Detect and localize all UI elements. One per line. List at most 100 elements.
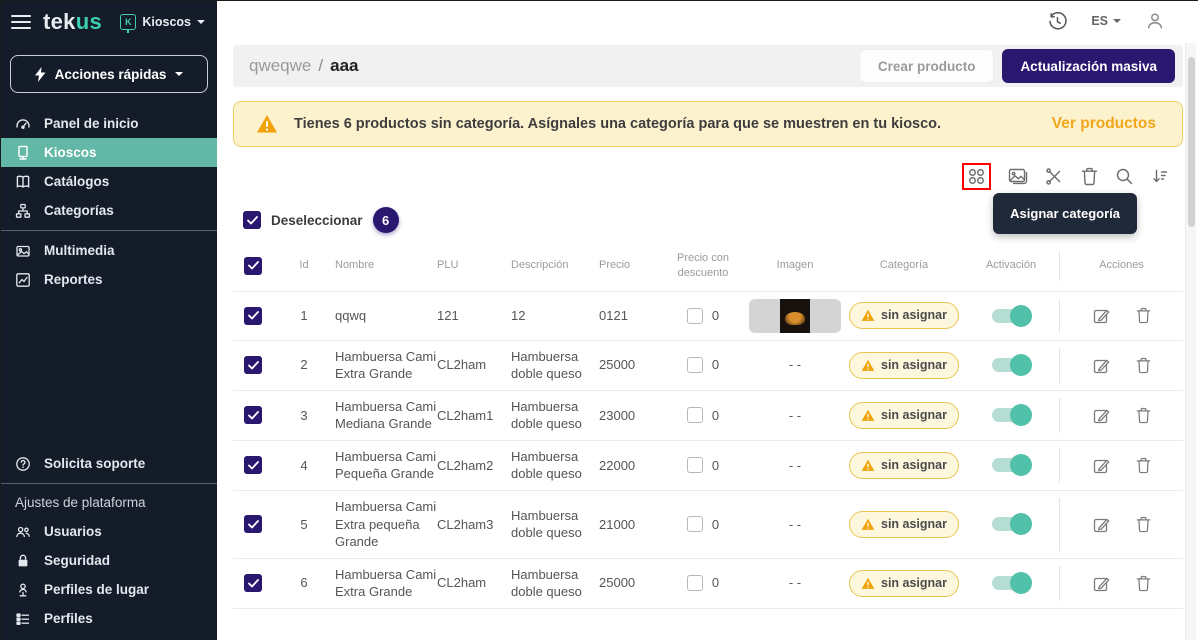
category-unassigned-badge[interactable]: sin asignar xyxy=(849,402,959,429)
row-checkbox[interactable] xyxy=(244,307,262,325)
edit-icon[interactable] xyxy=(1093,516,1110,533)
sidebar-item-multimedia[interactable]: Multimedia xyxy=(1,236,217,265)
table-row: 4 Hambuersa Cami Pequeña Grande CL2ham2 … xyxy=(233,441,1183,491)
table-body: 1 qqwq 121 12 0121 0 sin asignar xyxy=(233,292,1183,609)
sidebar-item-panel-de-inicio[interactable]: Panel de inicio xyxy=(1,109,217,138)
view-products-link[interactable]: Ver productos xyxy=(1052,115,1156,133)
edit-icon[interactable] xyxy=(1093,307,1110,324)
row-checkbox[interactable] xyxy=(244,356,262,374)
category-unassigned-badge[interactable]: sin asignar xyxy=(849,570,959,597)
row-checkbox[interactable] xyxy=(244,406,262,424)
product-image-thumb[interactable] xyxy=(749,299,841,333)
cell-nombre: Hambuersa Cami Extra Grande xyxy=(335,566,437,601)
sort-icon[interactable] xyxy=(1151,167,1169,185)
table-row: 6 Hambuersa Cami Extra Grande CL2ham Ham… xyxy=(233,559,1183,609)
sidebar-item-reportes[interactable]: Reportes xyxy=(1,265,217,294)
discount-value: 0 xyxy=(712,407,719,425)
sidebar-item-seguridad[interactable]: Seguridad xyxy=(1,546,217,575)
cell-id: 1 xyxy=(273,307,335,325)
history-icon[interactable] xyxy=(1048,12,1067,31)
gauge-icon xyxy=(15,116,31,132)
edit-icon[interactable] xyxy=(1093,357,1110,374)
sidebar-item-solicita-soporte[interactable]: Solicita soporte xyxy=(1,449,217,478)
cell-precio-descuento: 0 xyxy=(661,356,745,374)
cell-precio: 25000 xyxy=(599,356,661,374)
quick-actions-button[interactable]: Acciones rápidas xyxy=(10,55,208,93)
cell-precio-descuento: 0 xyxy=(661,516,745,534)
user-icon[interactable] xyxy=(1145,11,1165,31)
row-checkbox[interactable] xyxy=(244,574,262,592)
category-unassigned-badge[interactable]: sin asignar xyxy=(849,302,959,329)
caret-down-icon xyxy=(197,20,205,24)
cell-acciones xyxy=(1059,498,1183,551)
warning-triangle-icon xyxy=(861,459,875,472)
activation-toggle[interactable] xyxy=(992,576,1030,590)
breadcrumb-parent[interactable]: qweqwe xyxy=(249,56,311,75)
delete-icon[interactable] xyxy=(1081,167,1098,186)
col-header-descripcion: Descripción xyxy=(511,258,599,273)
discount-checkbox[interactable] xyxy=(687,308,703,324)
cell-imagen: - - xyxy=(745,516,845,534)
col-header-plu: PLU xyxy=(437,258,511,273)
discount-value: 0 xyxy=(712,574,719,592)
book-icon xyxy=(15,174,31,190)
tooltip-asignar-categoria: Asignar categoría xyxy=(993,193,1137,234)
activation-toggle[interactable] xyxy=(992,309,1030,323)
search-icon[interactable] xyxy=(1115,167,1134,186)
scrollbar-thumb[interactable] xyxy=(1188,57,1195,227)
delete-row-icon[interactable] xyxy=(1136,407,1151,424)
sidebar-divider xyxy=(1,230,217,231)
sidebar-item-kioscos[interactable]: Kioscos xyxy=(1,138,217,167)
discount-checkbox[interactable] xyxy=(687,516,703,532)
kiosk-app-icon: K xyxy=(120,14,136,30)
category-unassigned-badge[interactable]: sin asignar xyxy=(849,511,959,538)
header-checkbox[interactable] xyxy=(244,257,262,275)
discount-checkbox[interactable] xyxy=(687,407,703,423)
image-placeholder: - - xyxy=(789,574,801,592)
activation-toggle[interactable] xyxy=(992,458,1030,472)
category-unassigned-badge[interactable]: sin asignar xyxy=(849,452,959,479)
assign-category-icon[interactable] xyxy=(967,167,986,186)
deselect-all-checkbox[interactable] xyxy=(243,211,261,229)
cell-nombre: Hambuersa Cami Extra pequeña Grande xyxy=(335,498,437,551)
discount-checkbox[interactable] xyxy=(687,575,703,591)
assign-image-icon[interactable] xyxy=(1008,167,1028,185)
app-selector-label: Kioscos xyxy=(142,15,191,29)
discount-checkbox[interactable] xyxy=(687,457,703,473)
cell-precio: 22000 xyxy=(599,457,661,475)
edit-icon[interactable] xyxy=(1093,407,1110,424)
delete-row-icon[interactable] xyxy=(1136,516,1151,533)
users-icon xyxy=(15,524,31,540)
sidebar-item-categorias[interactable]: Categorías xyxy=(1,196,217,225)
cell-plu: CL2ham2 xyxy=(437,457,511,475)
app-selector-dropdown[interactable]: K Kioscos xyxy=(120,14,205,30)
sidebar-item-perfiles-de-lugar[interactable]: Perfiles de lugar xyxy=(1,575,217,604)
unlink-icon[interactable] xyxy=(1045,167,1064,186)
language-dropdown[interactable]: ES xyxy=(1091,14,1121,28)
activation-toggle[interactable] xyxy=(992,358,1030,372)
activation-toggle[interactable] xyxy=(992,408,1030,422)
sidebar-item-catalogos[interactable]: Catálogos xyxy=(1,167,217,196)
cell-acciones xyxy=(1059,566,1183,601)
delete-row-icon[interactable] xyxy=(1136,357,1151,374)
create-product-button[interactable]: Crear producto xyxy=(859,49,995,83)
category-unassigned-badge[interactable]: sin asignar xyxy=(849,352,959,379)
delete-row-icon[interactable] xyxy=(1136,307,1151,324)
row-checkbox[interactable] xyxy=(244,515,262,533)
bulk-update-button[interactable]: Actualización masiva xyxy=(1002,49,1175,83)
cell-nombre: qqwq xyxy=(335,307,437,325)
delete-row-icon[interactable] xyxy=(1136,575,1151,592)
menu-hamburger-icon[interactable] xyxy=(11,15,31,29)
discount-checkbox[interactable] xyxy=(687,357,703,373)
edit-icon[interactable] xyxy=(1093,575,1110,592)
sidebar-item-usuarios[interactable]: Usuarios xyxy=(1,517,217,546)
delete-row-icon[interactable] xyxy=(1136,457,1151,474)
activation-toggle[interactable] xyxy=(992,517,1030,531)
app-logo: tekus xyxy=(43,9,102,35)
cell-plu: CL2ham3 xyxy=(437,516,511,534)
row-checkbox[interactable] xyxy=(244,456,262,474)
vertical-scrollbar[interactable] xyxy=(1185,43,1196,640)
sidebar-item-perfiles[interactable]: Perfiles xyxy=(1,604,217,633)
cell-precio-descuento: 0 xyxy=(661,574,745,592)
edit-icon[interactable] xyxy=(1093,457,1110,474)
